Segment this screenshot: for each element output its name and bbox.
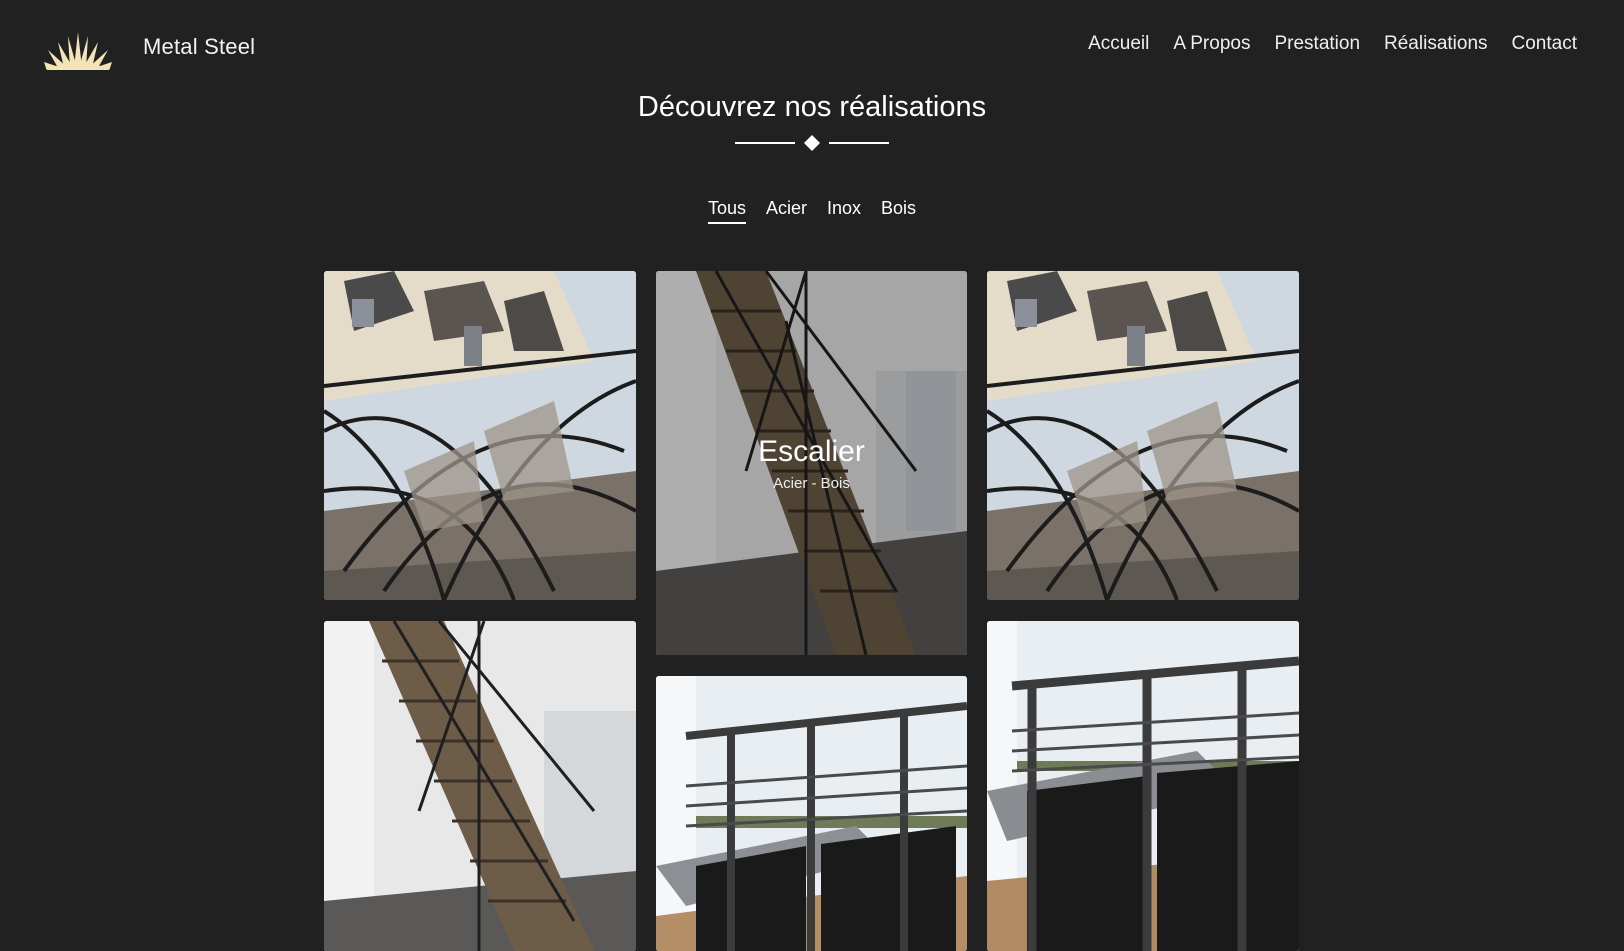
gallery-item-overlay: Escalier Acier - Bois [656,271,967,655]
staircase-photo [324,621,636,951]
filter-tous[interactable]: Tous [707,198,746,224]
brand-name[interactable]: Metal Steel [143,34,255,60]
gallery-item-balcony-1[interactable] [656,676,967,951]
nav-item-contact[interactable]: Contact [1512,33,1577,55]
gallery-item-balcony-2[interactable] [987,621,1299,951]
railing-photo [987,271,1299,600]
main-nav: Accueil A Propos Prestation Réalisations… [1088,33,1577,55]
nav-item-a-propos[interactable]: A Propos [1173,33,1250,55]
railing-photo [324,271,636,600]
gallery-item-title: Escalier [758,434,865,468]
filter-bois[interactable]: Bois [881,198,916,224]
nav-item-accueil[interactable]: Accueil [1088,33,1149,55]
gallery-item-railing-2[interactable] [987,271,1299,600]
gallery-item-staircase[interactable] [324,621,636,951]
crown-sunburst-icon[interactable] [44,28,112,72]
filter-bar: Tous Acier Inox Bois [0,198,1624,224]
section-title: Découvrez nos réalisations [637,91,987,123]
gallery-item-subtitle: Acier - Bois [773,474,850,492]
filter-inox[interactable]: Inox [827,198,861,224]
nav-item-prestation[interactable]: Prestation [1274,33,1360,55]
site-header: Metal Steel Accueil A Propos Prestation … [0,0,1624,96]
gallery-item-escalier[interactable]: Escalier Acier - Bois [656,271,967,655]
title-divider [735,134,889,152]
balcony-photo [987,621,1299,951]
gallery-item-railing-1[interactable] [324,271,636,600]
nav-item-realisations[interactable]: Réalisations [1384,33,1488,55]
balcony-photo [656,676,967,951]
filter-acier[interactable]: Acier [766,198,807,224]
